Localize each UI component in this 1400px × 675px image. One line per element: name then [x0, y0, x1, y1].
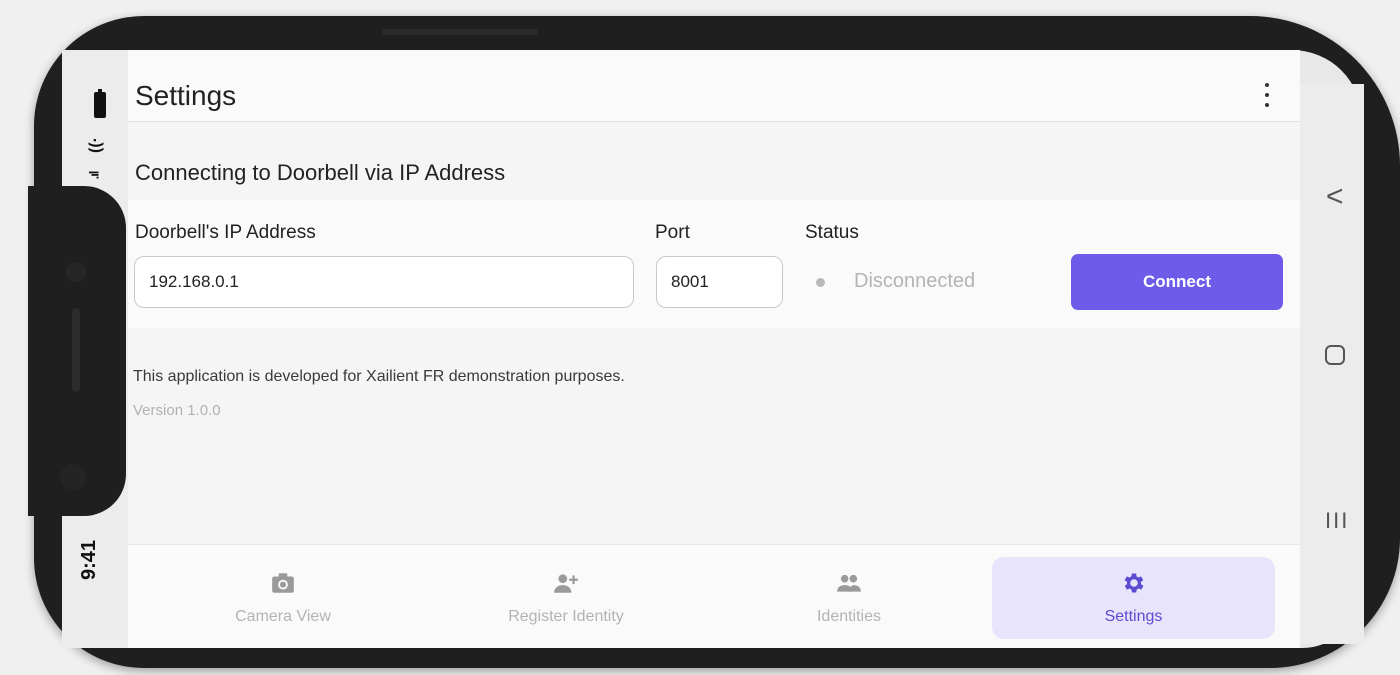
- more-vert-icon[interactable]: [1256, 80, 1278, 110]
- port-label: Port: [655, 222, 690, 243]
- device-stage: ((· .ıl 9:41 Settings Connecting to Door…: [0, 0, 1400, 675]
- status-label: Status: [805, 222, 859, 243]
- battery-icon: [94, 89, 106, 118]
- port-input[interactable]: [656, 256, 783, 308]
- nav-label-register-identity: Register Identity: [508, 608, 624, 625]
- app-bar: Settings: [128, 50, 1300, 122]
- volume-button: [382, 29, 538, 35]
- nav-label-identities: Identities: [816, 608, 882, 625]
- nav-item-settings[interactable]: Settings: [992, 557, 1275, 639]
- nav-label-camera-view: Camera View: [235, 608, 331, 625]
- nav-item-camera-view[interactable]: Camera View: [143, 557, 423, 639]
- page-title: Settings: [135, 80, 237, 111]
- wifi-icon: ((·: [86, 137, 104, 153]
- version-text: Version 1.0.0: [133, 402, 221, 419]
- front-camera: [66, 262, 86, 282]
- section-title: Connecting to Doorbell via IP Address: [135, 160, 506, 185]
- speaker-grille: [72, 308, 80, 392]
- bottom-navigation: Camera View Register Identity Identities…: [128, 544, 1300, 648]
- home-icon[interactable]: [1325, 345, 1345, 365]
- ip-address-input[interactable]: [134, 256, 634, 308]
- ip-address-label: Doorbell's IP Address: [135, 222, 316, 243]
- signal-icon: .ıl: [86, 171, 102, 180]
- status-time: 9:41: [78, 539, 100, 580]
- app-info-text: This application is developed for Xailie…: [133, 368, 625, 385]
- connect-button[interactable]: Connect: [1071, 254, 1283, 310]
- camera-icon: [272, 573, 294, 593]
- nav-label-settings: Settings: [1104, 608, 1163, 625]
- proximity-sensor: [60, 464, 86, 490]
- nav-item-identities[interactable]: Identities: [709, 557, 989, 639]
- connection-status: Disconnected: [854, 270, 976, 292]
- recents-icon[interactable]: III: [1325, 508, 1349, 534]
- person-add-icon: [554, 574, 578, 593]
- status-indicator-dot: [816, 278, 825, 287]
- settings-screen: Settings Connecting to Doorbell via IP A…: [128, 50, 1300, 648]
- gear-icon: [1124, 573, 1143, 593]
- nav-item-register-identity[interactable]: Register Identity: [426, 557, 706, 639]
- people-icon: [837, 574, 861, 592]
- back-icon[interactable]: <: [1326, 180, 1344, 214]
